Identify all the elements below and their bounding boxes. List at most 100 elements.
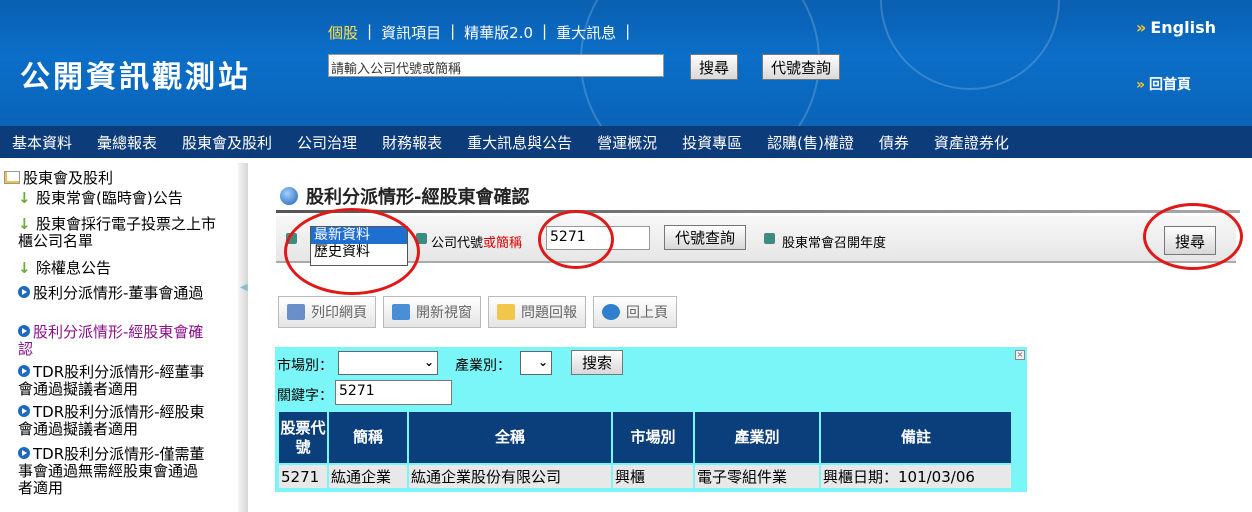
arrow-circle-icon: [18, 286, 30, 298]
arrow-circle-icon: [18, 325, 30, 337]
double-chevron-icon: »: [1136, 77, 1146, 93]
cell-market: 興櫃: [613, 465, 693, 488]
english-label: English: [1150, 18, 1216, 37]
agm-year-label: 股東常會召開年度: [782, 236, 887, 251]
topnav-major-news[interactable]: 重大訊息: [547, 22, 625, 43]
bullet-icon: [764, 233, 775, 244]
cell-short-name: 紘通企業: [329, 465, 407, 488]
sidebar-item-tdr-board-only[interactable]: TDR股利分派情形-僅需董事會通過無需經股東會通過者適用: [18, 446, 210, 497]
sidebar-item-ex-rights[interactable]: ↓ 除權息公告: [18, 260, 228, 277]
industry-select[interactable]: ⌄: [520, 351, 552, 375]
main-nav: 基本資料 彙總報表 股東會及股利 公司治理 財務報表 重大訊息與公告 營運概況 …: [0, 126, 1252, 158]
sidebar-root[interactable]: 股東會及股利: [4, 170, 113, 187]
mainnav-bonds[interactable]: 債券: [879, 132, 909, 153]
market-select[interactable]: ⌄: [338, 351, 438, 375]
mainnav-summary[interactable]: 彙總報表: [97, 132, 157, 153]
back-arrow-icon: [602, 304, 620, 320]
sidebar-item-label: 股利分派情形-董事會通過: [33, 284, 204, 302]
mainnav-announcements[interactable]: 重大訊息與公告: [467, 132, 572, 153]
collapse-arrow-icon[interactable]: ◀: [240, 282, 248, 293]
home-label: 回首頁: [1149, 77, 1192, 93]
annotation-circle: [538, 210, 614, 269]
report-issue-label: 問題回報: [521, 305, 577, 321]
market-label: 市場別：: [277, 358, 333, 374]
topnav-essence[interactable]: 精華版2.0: [455, 22, 542, 43]
keyword-label: 關鍵字：: [277, 388, 333, 404]
print-label: 列印網頁: [311, 305, 367, 321]
download-icon: ↓: [18, 259, 31, 277]
back-button[interactable]: 回上頁: [593, 296, 677, 328]
table-header-row: 股票代號 簡稱 全稱 市場別 產業別 備註: [279, 412, 1011, 463]
mainnav-basic[interactable]: 基本資料: [12, 132, 72, 153]
home-link[interactable]: » 回首頁: [1136, 74, 1191, 94]
mainnav-securitization[interactable]: 資產證券化: [934, 132, 1009, 153]
site-logo[interactable]: 公開資訊觀測站: [20, 52, 251, 96]
query-bar: 最新資料 歷史資料 公司代號或簡稱 5271 代號查詢 股東常會召開年度 搜尋: [276, 216, 1236, 266]
code-lookup-button[interactable]: 代號查詢: [664, 225, 747, 250]
mainnav-warrants[interactable]: 認購(售)權證: [767, 132, 854, 153]
annotation-circle: [284, 208, 420, 295]
cell-note: 興櫃日期：101/03/06: [821, 465, 1011, 488]
mainnav-operations[interactable]: 營運概況: [597, 132, 657, 153]
sidebar-item-dividend-agm[interactable]: 股利分派情形-經股東會確認: [18, 324, 208, 358]
mainnav-investment[interactable]: 投資專區: [682, 132, 742, 153]
new-window-label: 開新視窗: [416, 305, 472, 321]
mainnav-financial[interactable]: 財務報表: [382, 132, 442, 153]
header-code-lookup-button[interactable]: 代號查詢: [762, 54, 841, 80]
sidebar-item-label: 除權息公告: [36, 259, 112, 277]
sidebar-item-agm-notice[interactable]: ↓ 股東常會(臨時會)公告: [18, 190, 228, 207]
page-toolbar: 列印網頁 開新視窗 問題回報 回上頁: [278, 296, 684, 328]
site-header: 公開資訊觀測站 個股 | 資訊項目 | 精華版2.0 | 重大訊息 | 請輸入公司代號或…: [0, 0, 1252, 126]
arrow-circle-icon: [18, 447, 30, 459]
arrow-circle-icon: [18, 405, 30, 417]
col-stock-code: 股票代號: [279, 412, 327, 463]
company-label-text: 公司代號: [431, 236, 484, 251]
cell-full-name: 紘通企業股份有限公司: [409, 465, 611, 488]
new-window-button[interactable]: 開新視窗: [383, 296, 481, 328]
result-panel: 市場別： ⌄ 產業別： ⌄ 搜索 × 關鍵字： 5271 股票代號 簡稱 全稱 …: [275, 347, 1027, 492]
col-market: 市場別: [613, 412, 693, 463]
company-label-alt: 或簡稱: [483, 236, 523, 251]
globe-icon: [280, 187, 298, 205]
result-search-button[interactable]: 搜索: [571, 350, 624, 375]
report-issue-button[interactable]: 問題回報: [488, 296, 586, 328]
header-search-input[interactable]: 請輸入公司代號或簡稱: [328, 54, 664, 77]
page-title-text: 股利分派情形-經股東會確認: [306, 187, 530, 208]
sidebar-item-label: 股東常會(臨時會)公告: [36, 189, 183, 207]
sidebar-item-tdr-agm[interactable]: TDR股利分派情形-經股東會通過擬議者適用: [18, 404, 210, 438]
double-chevron-icon: »: [1136, 18, 1147, 37]
sidebar-item-label: TDR股利分派情形-經董事會通過擬議者適用: [18, 363, 205, 398]
topnav-info-items[interactable]: 資訊項目: [372, 22, 450, 43]
download-icon: ↓: [18, 189, 31, 207]
result-table: 股票代號 簡稱 全稱 市場別 產業別 備註 5271 紘通企業 紘通企業股份有限…: [277, 410, 1013, 490]
sidebar-item-label: 股東會採行電子投票之上市櫃公司名單: [18, 215, 217, 250]
sidebar-item-e-voting[interactable]: ↓ 股東會採行電子投票之上市櫃公司名單: [18, 216, 218, 250]
cell-industry: 電子零組件業: [695, 465, 819, 488]
sidebar-splitter[interactable]: [238, 163, 248, 512]
top-nav: 個股 | 資訊項目 | 精華版2.0 | 重大訊息 |: [328, 22, 630, 43]
chevron-down-icon: ⌄: [423, 355, 434, 369]
checkmark-icon: [392, 304, 410, 320]
company-label: 公司代號或簡稱: [431, 232, 522, 251]
mainnav-shareholders[interactable]: 股東會及股利: [182, 132, 272, 153]
sidebar: 股東會及股利 ↓ 股東常會(臨時會)公告 ↓ 股東會採行電子投票之上市櫃公司名單 ↓…: [0, 163, 238, 512]
decorative-circle: [880, 0, 1060, 90]
industry-label: 產業別：: [455, 358, 511, 374]
col-full-name: 全稱: [409, 412, 611, 463]
close-icon[interactable]: ×: [1015, 350, 1025, 360]
topnav-stock[interactable]: 個股: [328, 22, 367, 43]
sidebar-item-tdr-board[interactable]: TDR股利分派情形-經董事會通過擬議者適用: [18, 364, 210, 398]
english-link[interactable]: » English: [1136, 18, 1216, 37]
page-title: 股利分派情形-經股東會確認: [280, 183, 529, 209]
header-search-button[interactable]: 搜尋: [690, 54, 739, 80]
sidebar-item-dividend-board[interactable]: 股利分派情形-董事會通過: [18, 285, 208, 302]
main-content: 股利分派情形-經股東會確認 最新資料 歷史資料 公司代號或簡稱 5271 代號查…: [248, 163, 1252, 512]
keyword-input[interactable]: 5271: [335, 380, 452, 405]
sidebar-item-label: TDR股利分派情形-經股東會通過擬議者適用: [18, 403, 205, 438]
print-button[interactable]: 列印網頁: [278, 296, 376, 328]
download-icon: ↓: [18, 215, 31, 233]
sidebar-item-label: 股利分派情形-經股東會確認: [18, 323, 204, 358]
arrow-circle-icon: [18, 365, 30, 377]
mainnav-governance[interactable]: 公司治理: [297, 132, 357, 153]
table-row[interactable]: 5271 紘通企業 紘通企業股份有限公司 興櫃 電子零組件業 興櫃日期：101/…: [279, 465, 1011, 488]
